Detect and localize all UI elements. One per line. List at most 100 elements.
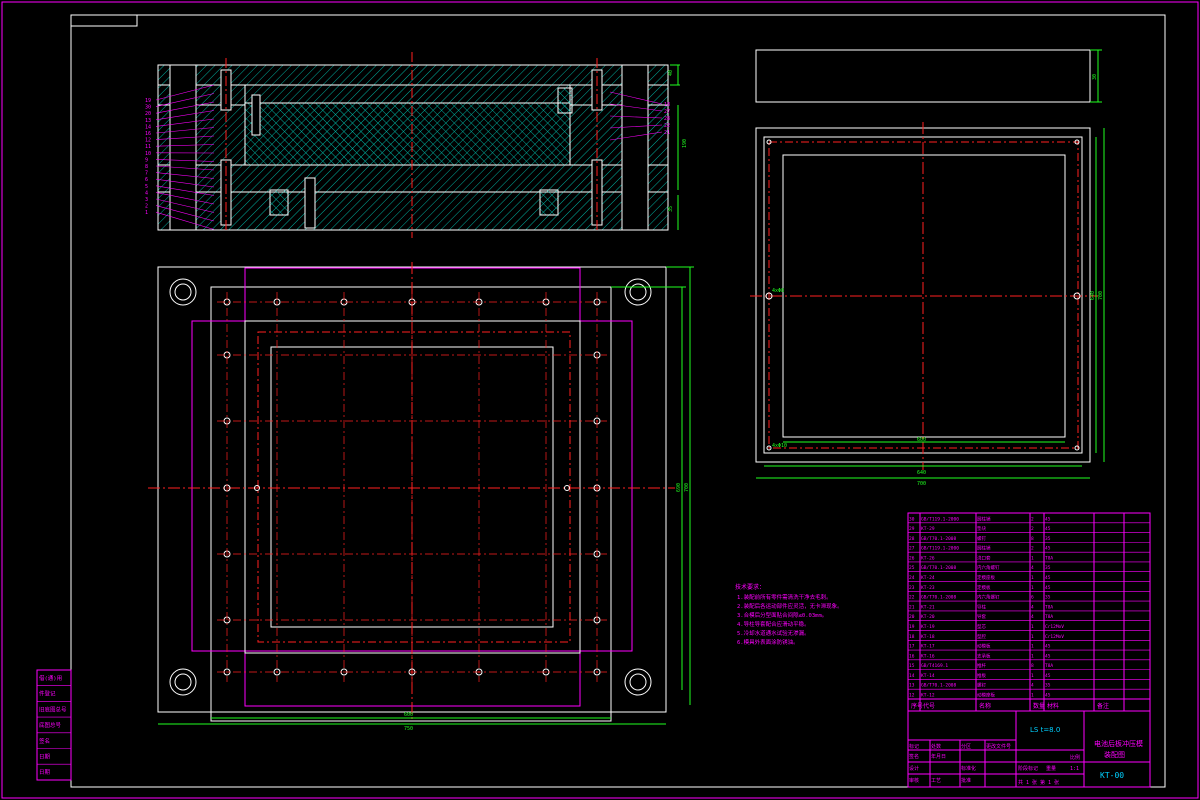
bom-cell: GB/T70.1-2008: [921, 683, 957, 689]
tech-notes-list: 1.装配前所有零件需清洗干净去毛刺。2.装配后各运动部件应灵活，无卡滞现象。3.…: [737, 593, 843, 646]
bom-cell: KT-24: [921, 575, 935, 581]
plate-side-view: [755, 49, 1102, 103]
title-block-label: 标记: [909, 743, 919, 750]
bom-cell: 8: [1031, 663, 1034, 669]
plate-top-dim: 30: [1092, 74, 1098, 80]
bom-cell: 6: [1031, 595, 1034, 601]
section-callout-left: 8: [145, 164, 148, 170]
title-block-label: 工艺: [931, 778, 941, 784]
section-callout-left: 10: [145, 151, 151, 157]
bom-cell: T8A: [1045, 604, 1053, 610]
bom-cell: 8: [1031, 536, 1034, 542]
title-block-label: 分区: [961, 743, 971, 750]
bom-cell: 2: [1031, 526, 1034, 532]
bom-header-cell: 数量: [1033, 702, 1045, 710]
side-stamp-label: 底图总号: [39, 721, 62, 729]
title-scale-text: LS t=8.0: [1030, 726, 1060, 734]
bom-cell: KT-23: [921, 585, 935, 591]
plate-side-dim-1: 640: [1090, 291, 1096, 300]
plate-side-dim-2: 700: [1098, 291, 1104, 300]
bom-cell: 4: [1031, 614, 1034, 620]
bom-cell: 内六角螺钉: [977, 594, 1000, 601]
bom-header-cell: 代号: [923, 702, 935, 710]
side-stamp-label: 借(通)用: [39, 674, 62, 682]
section-callout-left: 2: [145, 204, 148, 210]
side-stamp-label: 旧底图总号: [39, 705, 67, 713]
bom-cell: 1: [1031, 555, 1034, 561]
bom-cell: GB/T4169.1: [921, 663, 948, 669]
section-dim-top: 40: [668, 70, 674, 76]
bom-header-cell: 备注: [1097, 702, 1109, 710]
bom-cell: 动模座板: [977, 692, 995, 699]
section-callout-left: 14: [145, 124, 151, 130]
section-dim-mid: 190: [682, 139, 688, 148]
plate-hole-label-1: 4xΦ8: [772, 288, 784, 294]
bom-cell: Cr12MoV: [1045, 634, 1064, 640]
tech-note-item: 3.合模后分型面贴合间隙≤0.03mm。: [737, 611, 827, 619]
bom-cell: KT-16: [921, 653, 935, 659]
title-block-label: 重量: [1046, 765, 1056, 772]
section-callout-right: 18: [664, 102, 670, 108]
bom-cell: 15: [909, 663, 915, 669]
bom-cell: 45: [1045, 585, 1051, 591]
section-callout-left: 13: [145, 118, 151, 124]
bom-cell: 推板: [977, 672, 986, 679]
bom-cell: 45: [1045, 526, 1051, 532]
bom-cell: 1: [1031, 693, 1034, 699]
side-stamp-label: 签名: [39, 737, 50, 745]
plan-dim-inner-width: 600: [404, 712, 413, 718]
bom-cell: 4: [1031, 565, 1034, 571]
bom-cell: 13: [909, 683, 915, 689]
bom-cell: 25: [909, 565, 915, 571]
section-callout-right: 28: [664, 116, 670, 122]
section-callout-left: 6: [145, 177, 148, 183]
bom-cell: 19: [909, 624, 915, 630]
bom-cell: 45: [1045, 575, 1051, 581]
bom-cell: 动模板: [977, 643, 991, 650]
bom-cell: 圆柱销: [977, 515, 991, 522]
bom-cell: 推杆: [977, 662, 986, 669]
title-block-label: 签名: [909, 753, 919, 760]
bom-cell: 22: [909, 595, 915, 601]
bom-cell: KT-17: [921, 644, 935, 650]
bom-cell: 支承板: [977, 652, 991, 659]
plate-plan-view: [750, 122, 1105, 479]
bom-cell: 26: [909, 555, 915, 561]
bom-cell: 1: [1031, 653, 1034, 659]
bom-cell: 1: [1031, 634, 1034, 640]
bom-cell: 28: [909, 536, 915, 542]
bom-cell: 27: [909, 546, 915, 552]
bom-cell: 定模板: [977, 584, 991, 591]
plan-dim-inner-height: 690: [676, 483, 682, 492]
bom-cell: 1: [1031, 585, 1034, 591]
title-sheet-text: 共 1 张 第 1 张: [1018, 779, 1059, 786]
section-callout-left: 1: [145, 210, 148, 216]
drawing-title-line2: 装配图: [1104, 750, 1125, 759]
tech-note-item: 5.冷却水道通水试验无渗漏。: [737, 629, 810, 637]
section-callout-left: 12: [145, 138, 151, 144]
bom-header-cell: 序号: [911, 702, 923, 710]
bom-header-cell: 材料: [1047, 702, 1059, 710]
tech-note-item: 2.装配后各运动部件应灵活，无卡滞现象。: [737, 602, 843, 610]
bom-cell: 导柱: [977, 603, 986, 610]
title-block-label: 设计: [909, 765, 919, 772]
bom-cell: 12: [909, 693, 915, 699]
tech-note-item: 6.模具外表面涂防锈油。: [737, 638, 799, 646]
title-block-label: 阶段标记: [1018, 765, 1038, 772]
bom-cell: 1: [1031, 644, 1034, 650]
bom-cell: KT-21: [921, 604, 935, 610]
tech-note-item: 4.导柱导套配合应滑动平稳。: [737, 620, 810, 628]
bom-cell: T8A: [1045, 663, 1053, 669]
drawing-number: KT-00: [1100, 771, 1124, 780]
bom-cell: 垫块: [977, 525, 986, 532]
bom-cell: 2: [1031, 546, 1034, 552]
title-block-label: 更改文件号: [986, 743, 1011, 750]
section-callout-left: 5: [145, 184, 148, 190]
bom-cell: 30: [909, 516, 915, 522]
bom-cell: 17: [909, 644, 915, 650]
section-callout-left: 11: [145, 144, 151, 150]
bom-header-cell: 名称: [979, 702, 991, 710]
bom-cell: KT-18: [921, 634, 935, 640]
bom-cell: GB/T119.1-2000: [921, 546, 959, 552]
bom-cell: GB/T70.1-2008: [921, 595, 957, 601]
